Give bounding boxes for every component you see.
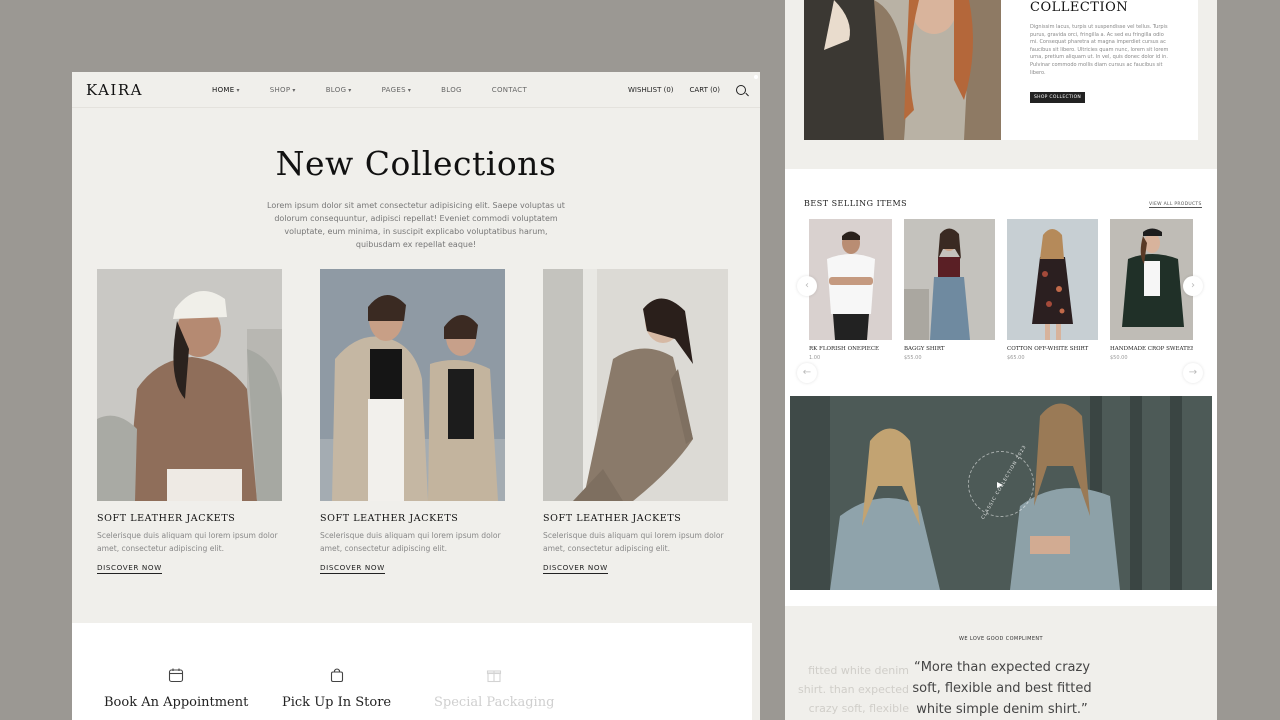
- cart-link[interactable]: CART (0): [690, 86, 720, 94]
- arrow-right-icon: →: [1188, 367, 1198, 378]
- collection-text: Dignissim lacus, turpis ut suspendisse v…: [1030, 24, 1169, 76]
- section-title: BEST SELLING ITEMS: [804, 199, 908, 208]
- carousel-next-button-lower[interactable]: →: [1183, 363, 1203, 383]
- shop-collection-button[interactable]: SHOP COLLECTION: [1030, 92, 1086, 103]
- menu-item-shop[interactable]: SHOP ▾: [270, 86, 296, 94]
- product-card: SOFT LEATHER JACKETS Scelerisque duis al…: [543, 269, 728, 574]
- chevron-down-icon: ▾: [292, 86, 296, 94]
- carousel-prev-button-lower[interactable]: ←: [797, 363, 817, 383]
- wishlist-link[interactable]: WISHLIST (0): [628, 86, 674, 94]
- product-title: SOFT LEATHER JACKETS: [97, 513, 236, 524]
- shopping-bag-icon: [330, 668, 343, 683]
- product-description: Scelerisque duis aliquam qui lorem ipsum…: [543, 531, 724, 553]
- service-packaging[interactable]: Special Packaging: [434, 667, 554, 710]
- product-name: BAGGY SHIRT: [904, 346, 945, 352]
- testimonial-quote: “More than expected crazy soft, flexible…: [912, 660, 1092, 717]
- menu-item-home[interactable]: HOME ▾: [212, 86, 240, 94]
- product-image[interactable]: [97, 269, 282, 501]
- product-grid: SOFT LEATHER JACKETS Scelerisque duis al…: [72, 269, 760, 574]
- discover-now-link[interactable]: DISCOVER NOW: [543, 563, 608, 574]
- menu-item-pages[interactable]: PAGES ▾: [382, 86, 412, 94]
- service-appointment[interactable]: Book An Appointment: [104, 667, 248, 710]
- product-item[interactable]: RK FLORISH ONEPIECE 1.00: [809, 219, 892, 361]
- carousel-next-button[interactable]: ›: [1183, 276, 1203, 296]
- search-icon[interactable]: [736, 84, 746, 95]
- product-price: $65.00: [1007, 355, 1025, 361]
- arrow-left-icon: ‹: [805, 280, 809, 291]
- gift-icon: [487, 670, 502, 683]
- service-label: Book An Appointment: [104, 695, 249, 710]
- service-label: Special Packaging: [434, 695, 555, 710]
- discover-now-link[interactable]: DISCOVER NOW: [97, 563, 162, 574]
- page-title: New Collections: [275, 144, 557, 183]
- arrow-left-icon: ←: [802, 367, 812, 378]
- service-label: Pick Up In Store: [282, 695, 392, 710]
- product-card: SOFT LEATHER JACKETS Scelerisque duis al…: [97, 269, 282, 574]
- discover-now-link[interactable]: DISCOVER NOW: [320, 563, 385, 574]
- product-name: COTTON OFF-WHITE SHIRT: [1007, 346, 1089, 352]
- product-thumbnail: [1007, 219, 1098, 340]
- product-title: SOFT LEATHER JACKETS: [320, 513, 459, 524]
- best-selling-section: BEST SELLING ITEMS VIEW ALL PRODUCTS RK …: [785, 169, 1217, 606]
- product-card: SOFT LEATHER JACKETS Scelerisque duis al…: [320, 269, 505, 574]
- chevron-down-icon: ▾: [407, 86, 412, 94]
- intro-text: Lorem ipsum dolor sit amet consectetur a…: [267, 201, 565, 249]
- product-name: HANDMADE CROP SWEATER: [1110, 346, 1193, 352]
- product-price: $55.00: [904, 355, 922, 361]
- product-description: Scelerisque duis aliquam qui lorem ipsum…: [320, 531, 501, 553]
- nav-actions: WISHLIST (0) CART (0): [628, 84, 746, 95]
- product-name: RK FLORISH ONEPIECE: [809, 346, 880, 352]
- homepage-mockup: KAIRA HOME ▾ SHOP ▾ BLOG ▾ PAGES ▾ BLOG CONT…: [72, 72, 760, 720]
- arrow-right-icon: ›: [1191, 280, 1195, 291]
- testimonial-section: WE LOVE GOOD COMPLIMENT fitted white den…: [785, 606, 1217, 720]
- carousel-prev-button[interactable]: ‹: [797, 276, 817, 296]
- product-thumbnail: [1110, 219, 1193, 340]
- menu-item-contact[interactable]: CONTACT: [492, 86, 527, 94]
- video-banner[interactable]: CLASSIC COLLECTION 2023: [790, 396, 1212, 590]
- product-item[interactable]: BAGGY SHIRT $55.00: [904, 219, 995, 361]
- collection-image: [804, 0, 1001, 140]
- product-price: $50.00: [1110, 355, 1128, 361]
- chevron-down-icon: ▾: [236, 86, 240, 94]
- menu-item-blog-2[interactable]: BLOG: [441, 86, 462, 94]
- site-logo[interactable]: KAIRA: [86, 81, 212, 99]
- product-thumbnail: [809, 219, 892, 340]
- view-all-products-link[interactable]: VIEW ALL PRODUCTS: [1149, 202, 1202, 208]
- testimonial-heading: WE LOVE GOOD COMPLIMENT: [959, 636, 1043, 642]
- calendar-icon: [169, 668, 184, 683]
- homepage-mockup-scrolled: COLLECTION Dignissim lacus, turpis ut su…: [785, 0, 1217, 720]
- top-navigation: KAIRA HOME ▾ SHOP ▾ BLOG ▾ PAGES ▾ BLOG CONT…: [72, 72, 760, 108]
- product-description: Scelerisque duis aliquam qui lorem ipsum…: [97, 531, 278, 553]
- chevron-down-icon: ▾: [348, 86, 352, 94]
- main-menu: HOME ▾ SHOP ▾ BLOG ▾ PAGES ▾ BLOG CONTACT: [212, 86, 557, 94]
- product-price: 1.00: [809, 355, 821, 361]
- previous-quote: fitted white denim shirt. than expected …: [797, 664, 909, 715]
- product-image[interactable]: [320, 269, 505, 501]
- play-icon[interactable]: [997, 482, 1003, 488]
- services-strip: Book An Appointment Pick Up In Store Spe…: [72, 623, 752, 720]
- menu-item-blog[interactable]: BLOG ▾: [326, 86, 352, 94]
- window-dot: [754, 75, 758, 79]
- product-item[interactable]: COTTON OFF-WHITE SHIRT $65.00: [1007, 219, 1098, 361]
- service-pickup[interactable]: Pick Up In Store: [282, 667, 391, 710]
- product-title: SOFT LEATHER JACKETS: [543, 513, 682, 524]
- product-item[interactable]: HANDMADE CROP SWEATER $50.00: [1110, 219, 1193, 361]
- product-thumbnail: [904, 219, 995, 340]
- collection-banner: COLLECTION Dignissim lacus, turpis ut su…: [804, 0, 1198, 140]
- product-image[interactable]: [543, 269, 728, 501]
- collection-title: COLLECTION: [1030, 0, 1129, 15]
